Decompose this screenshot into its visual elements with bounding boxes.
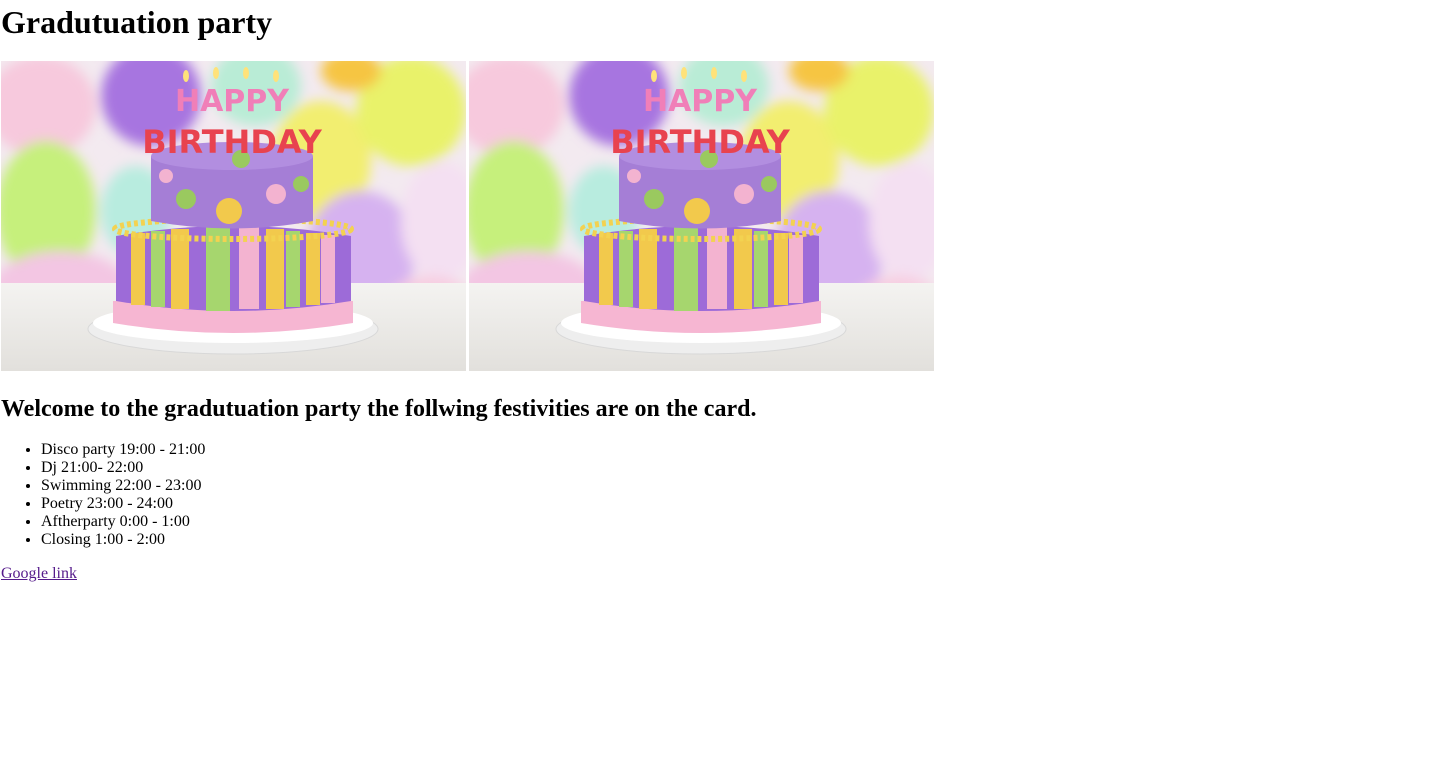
image-row: HAPPY BIRTHDAY HAPPY BIRTHDAY (1, 61, 934, 371)
google-link[interactable]: Google link (1, 565, 77, 583)
welcome-heading: Welcome to the gradutuation party the fo… (1, 396, 757, 422)
list-item: Disco party 19:00 - 21:00 (41, 441, 205, 459)
cake-birthday-text: BIRTHDAY (610, 123, 790, 161)
list-item: Poetry 23:00 - 24:00 (41, 495, 205, 513)
list-item: Dj 21:00- 22:00 (41, 459, 205, 477)
birthday-cake-image-2: HAPPY BIRTHDAY (469, 61, 934, 371)
list-item: Swimming 22:00 - 23:00 (41, 477, 205, 495)
birthday-cake-image-1: HAPPY BIRTHDAY (1, 61, 466, 371)
page: Gradutuation party HAPPY BIRTHDAY HAPPY … (0, 0, 1435, 770)
list-item: Aftherparty 0:00 - 1:00 (41, 513, 205, 531)
cake-birthday-text: BIRTHDAY (142, 123, 322, 161)
festivities-list: Disco party 19:00 - 21:00 Dj 21:00- 22:0… (1, 441, 205, 549)
list-item: Closing 1:00 - 2:00 (41, 531, 205, 549)
page-title: Gradutuation party (1, 4, 273, 40)
cake-happy-text: HAPPY (643, 84, 758, 119)
cake-happy-text: HAPPY (175, 84, 290, 119)
